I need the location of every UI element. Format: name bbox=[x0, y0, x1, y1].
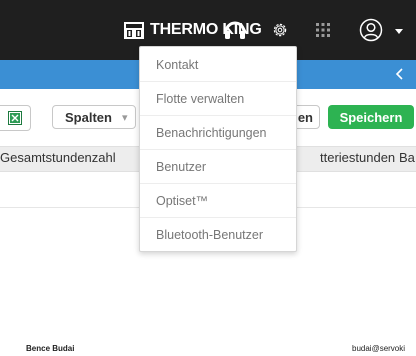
menu-item-bluetooth-users[interactable]: Bluetooth-Benutzer bbox=[156, 228, 263, 242]
user-circle-icon bbox=[359, 18, 383, 42]
menu-divider bbox=[140, 115, 296, 116]
menu-item-contact[interactable]: Kontakt bbox=[156, 58, 198, 72]
columns-label: Spalten bbox=[65, 109, 112, 125]
menu-item-notifications[interactable]: Benachrichtigungen bbox=[156, 126, 267, 140]
excel-icon bbox=[8, 111, 22, 125]
menu-divider bbox=[140, 81, 296, 82]
column-header[interactable]: tteriestunden bbox=[320, 150, 395, 165]
columns-dropdown-button[interactable]: Spalten ▾ bbox=[52, 105, 136, 129]
support-button[interactable] bbox=[222, 17, 248, 43]
chevron-left-icon[interactable] bbox=[393, 66, 407, 82]
user-name: Bence Budai bbox=[26, 344, 75, 353]
thermo-king-logo-icon bbox=[124, 21, 144, 39]
toolbar-button-label: en bbox=[297, 109, 313, 125]
menu-item-manage-fleet[interactable]: Flotte verwalten bbox=[156, 92, 244, 106]
menu-item-users[interactable]: Benutzer bbox=[156, 160, 206, 174]
menu-divider bbox=[140, 183, 296, 184]
column-header[interactable]: Ba bbox=[399, 150, 415, 165]
export-excel-button[interactable] bbox=[0, 105, 31, 131]
gear-icon bbox=[273, 23, 287, 37]
caret-down-icon: ▾ bbox=[121, 111, 128, 124]
menu-divider bbox=[140, 149, 296, 150]
settings-button[interactable] bbox=[267, 17, 293, 43]
apps-grid-icon bbox=[316, 23, 330, 37]
headset-icon bbox=[224, 21, 246, 39]
user-email: budai@servoki bbox=[352, 344, 406, 353]
user-menu-button[interactable] bbox=[358, 17, 384, 43]
apps-button[interactable] bbox=[310, 17, 336, 43]
save-button[interactable]: Speichern bbox=[328, 105, 414, 129]
menu-item-optiset[interactable]: Optiset™ bbox=[156, 194, 208, 208]
menu-divider bbox=[140, 217, 296, 218]
column-header[interactable]: Gesamtstundenzahl bbox=[0, 150, 116, 165]
caret-down-icon[interactable] bbox=[393, 25, 405, 37]
settings-dropdown-menu: Kontakt Flotte verwalten Benachrichtigun… bbox=[139, 46, 297, 252]
